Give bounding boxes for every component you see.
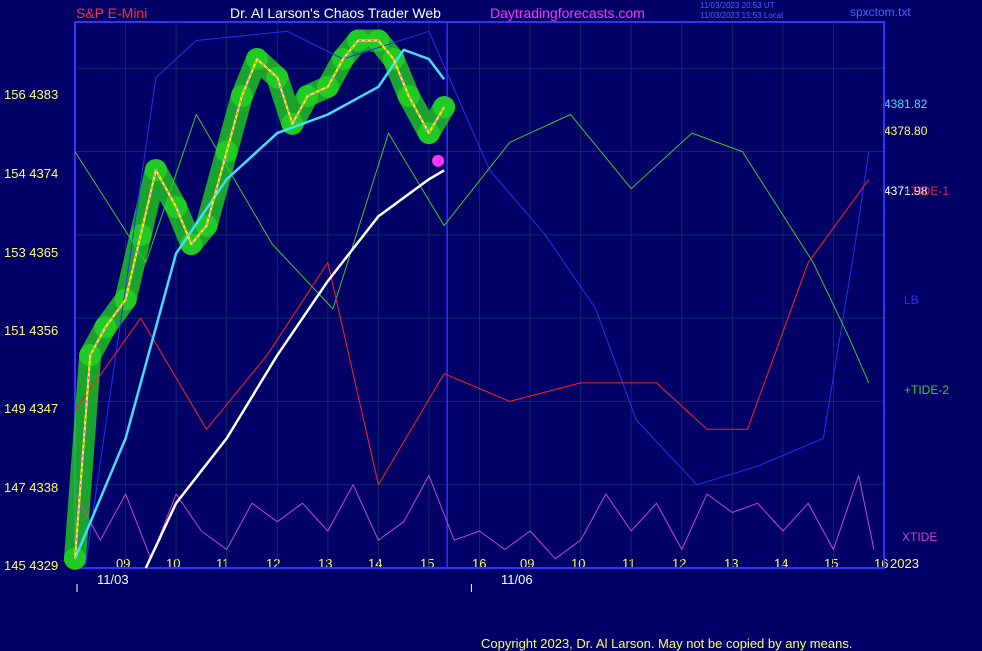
price-chart <box>64 21 885 592</box>
series-line-xtide <box>74 475 875 560</box>
price-ball-band <box>64 29 456 570</box>
series-line-lb <box>84 30 870 569</box>
last-price-marker <box>432 154 445 167</box>
